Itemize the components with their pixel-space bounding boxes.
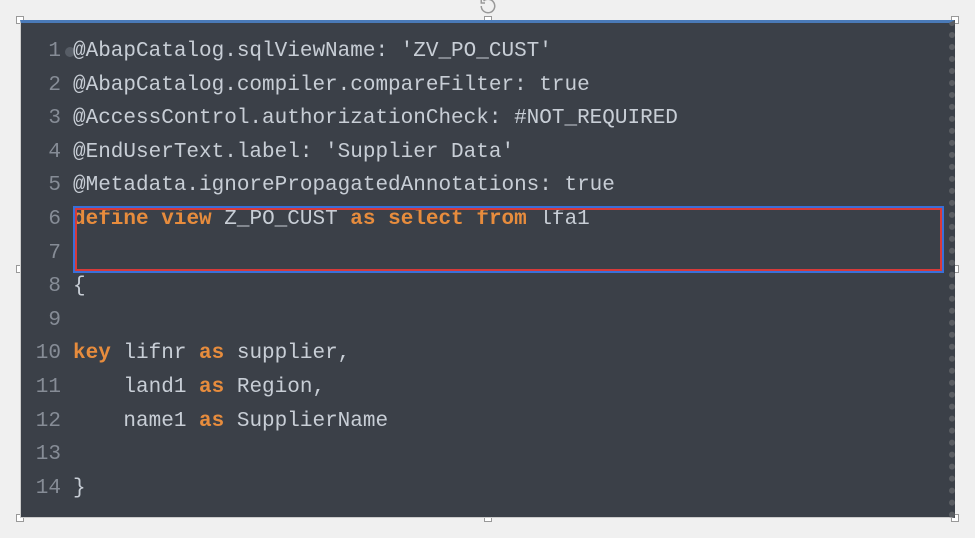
code-line-11[interactable]: 11 land1 as Region, (21, 371, 941, 405)
line-number: 2 (21, 69, 73, 103)
code-line-12[interactable]: 12 name1 as SupplierName (21, 405, 941, 439)
line-number: 3 (21, 102, 73, 136)
code-content[interactable]: name1 as SupplierName (73, 405, 941, 439)
code-content[interactable]: key lifnr as supplier, (73, 337, 941, 371)
code-token: as (350, 208, 375, 231)
code-token: define (73, 208, 149, 231)
line-number: 13 (21, 438, 73, 472)
code-content[interactable]: { (73, 270, 941, 304)
code-line-14[interactable]: 14} (21, 472, 941, 506)
rotate-handle-icon[interactable] (478, 0, 498, 16)
line-number: 14 (21, 472, 73, 506)
code-token: as (199, 410, 224, 433)
code-line-8[interactable]: 8{ (21, 270, 941, 304)
line-number: 11 (21, 371, 73, 405)
code-token: @AccessControl.authorizationCheck: #NOT_… (73, 107, 678, 130)
code-content[interactable]: @AccessControl.authorizationCheck: #NOT_… (73, 102, 941, 136)
line-number: 6 (21, 203, 73, 237)
code-token: as (199, 376, 224, 399)
code-line-7[interactable]: 7 (21, 237, 941, 271)
code-token: { (73, 275, 86, 298)
code-line-2[interactable]: 2@AbapCatalog.compiler.compareFilter: tr… (21, 69, 941, 103)
code-token: select (388, 208, 464, 231)
code-token: as (199, 342, 224, 365)
code-content[interactable]: @AbapCatalog.sqlViewName: 'ZV_PO_CUST' (73, 35, 941, 69)
code-token: from (476, 208, 526, 231)
line-number: 7 (21, 237, 73, 271)
code-token: Region, (224, 376, 325, 399)
code-token: @EndUserText.label: 'Supplier Data' (73, 141, 514, 164)
code-token (149, 208, 162, 231)
code-line-3[interactable]: 3@AccessControl.authorizationCheck: #NOT… (21, 102, 941, 136)
code-token: @Metadata.ignorePropagatedAnnotations: t… (73, 174, 615, 197)
code-line-4[interactable]: 4@EndUserText.label: 'Supplier Data' (21, 136, 941, 170)
code-token: SupplierName (224, 410, 388, 433)
code-content[interactable]: @Metadata.ignorePropagatedAnnotations: t… (73, 169, 941, 203)
code-content[interactable]: } (73, 472, 941, 506)
line-number: 12 (21, 405, 73, 439)
code-token: land1 (73, 376, 199, 399)
line-number: 1 (21, 35, 73, 69)
code-line-9[interactable]: 9 (21, 304, 941, 338)
code-line-5[interactable]: 5@Metadata.ignorePropagatedAnnotations: … (21, 169, 941, 203)
code-line-1[interactable]: 1@AbapCatalog.sqlViewName: 'ZV_PO_CUST' (21, 35, 941, 69)
code-token: lifnr (111, 342, 199, 365)
code-token: @AbapCatalog.sqlViewName: 'ZV_PO_CUST' (73, 40, 552, 63)
code-content[interactable]: land1 as Region, (73, 371, 941, 405)
code-token: key (73, 342, 111, 365)
line-number: 5 (21, 169, 73, 203)
line-number: 4 (21, 136, 73, 170)
code-token: supplier, (224, 342, 350, 365)
editor-wrapper: 1@AbapCatalog.sqlViewName: 'ZV_PO_CUST'2… (20, 20, 955, 518)
code-content[interactable]: define view Z_PO_CUST as select from lfa… (73, 203, 941, 237)
code-line-6[interactable]: 6define view Z_PO_CUST as select from lf… (21, 203, 941, 237)
code-content[interactable] (73, 438, 941, 472)
code-line-13[interactable]: 13 (21, 438, 941, 472)
code-token (376, 208, 389, 231)
code-token (464, 208, 477, 231)
code-token: name1 (73, 410, 199, 433)
code-token: view (161, 208, 211, 231)
code-token: Z_PO_CUST (212, 208, 351, 231)
code-content[interactable] (73, 304, 941, 338)
code-token: lfa1 (527, 208, 590, 231)
line-number: 8 (21, 270, 73, 304)
line-number: 10 (21, 337, 73, 371)
code-token: @AbapCatalog.compiler.compareFilter: tru… (73, 74, 590, 97)
line-number: 9 (21, 304, 73, 338)
code-token: } (73, 477, 86, 500)
code-line-10[interactable]: 10key lifnr as supplier, (21, 337, 941, 371)
code-content[interactable]: @AbapCatalog.compiler.compareFilter: tru… (73, 69, 941, 103)
code-editor[interactable]: 1@AbapCatalog.sqlViewName: 'ZV_PO_CUST'2… (20, 20, 955, 518)
code-content[interactable] (73, 237, 941, 271)
code-content[interactable]: @EndUserText.label: 'Supplier Data' (73, 136, 941, 170)
